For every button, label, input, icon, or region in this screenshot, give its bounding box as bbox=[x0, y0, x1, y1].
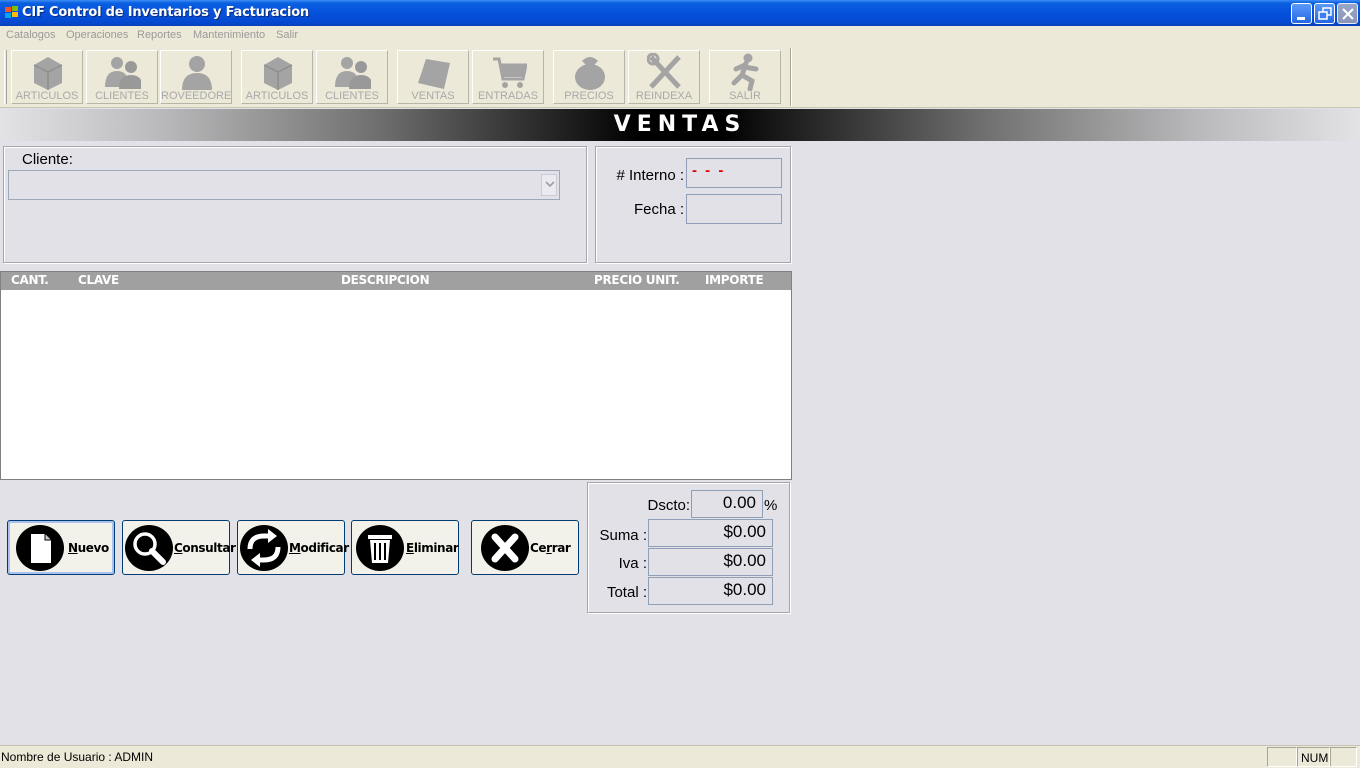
toolbar-clientes-button[interactable]: CLIENTES bbox=[86, 50, 158, 104]
exit-runner-icon bbox=[731, 53, 759, 91]
column-header-importe[interactable]: IMPORTE bbox=[705, 273, 764, 287]
search-icon bbox=[125, 525, 173, 571]
suma-label: Suma : bbox=[599, 527, 647, 544]
app-icon bbox=[5, 6, 18, 18]
cliente-panel bbox=[3, 146, 587, 263]
toolbar: ARTICULOS CLIENTES ROVEEDORE ARTICULOS C… bbox=[0, 46, 1360, 108]
cerrar-label: Cerrar bbox=[530, 541, 571, 555]
price-bag-icon bbox=[575, 57, 605, 90]
toolbar-label: CLIENTES bbox=[325, 90, 379, 102]
new-document-icon bbox=[16, 525, 64, 571]
toolbar-label: CLIENTES bbox=[95, 90, 149, 102]
sales-icon bbox=[418, 59, 450, 89]
minimize-icon bbox=[1297, 17, 1305, 20]
status-user: Nombre de Usuario : ADMIN bbox=[1, 750, 154, 764]
title-bar: CIF Control de Inventarios y Facturacion bbox=[0, 0, 1360, 26]
toolbar-articulos-button[interactable]: ARTICULOS bbox=[11, 50, 83, 104]
cliente-combobox[interactable] bbox=[8, 170, 560, 200]
close-icon bbox=[1342, 8, 1354, 20]
toolbar-articulos-2-button[interactable]: ARTICULOS bbox=[241, 50, 313, 104]
toolbar-label: SALIR bbox=[729, 90, 761, 102]
fecha-label: Fecha : bbox=[633, 201, 684, 218]
consultar-button[interactable]: Consultar bbox=[122, 520, 236, 575]
toolbar-label: REINDEXA bbox=[635, 90, 693, 102]
status-cell-empty bbox=[1267, 747, 1297, 767]
chevron-down-icon bbox=[545, 181, 555, 188]
toolbar-label: PRECIOS bbox=[564, 90, 614, 102]
close-button[interactable] bbox=[1337, 3, 1358, 24]
menu-operaciones[interactable]: Operaciones bbox=[66, 29, 128, 41]
restore-button[interactable] bbox=[1314, 3, 1335, 24]
dscto-unit: % bbox=[764, 497, 778, 514]
cliente-dropdown-button[interactable] bbox=[541, 174, 557, 196]
menu-catalogos[interactable]: Catalogos bbox=[6, 29, 56, 41]
toolbar-salir-button[interactable]: SALIR bbox=[709, 50, 781, 104]
minimize-button[interactable] bbox=[1291, 3, 1312, 24]
toolbar-label: ARTICULOS bbox=[245, 90, 309, 102]
cerrar-button[interactable]: Cerrar bbox=[471, 520, 579, 575]
box-icon bbox=[33, 57, 63, 90]
interno-value: - - - bbox=[692, 162, 726, 179]
close-x-icon bbox=[481, 525, 529, 571]
modificar-button[interactable]: Modificar bbox=[237, 520, 349, 575]
toolbar-precios-button[interactable]: PRECIOS bbox=[553, 50, 625, 104]
toolbar-reindexa-button[interactable]: REINDEXA bbox=[628, 50, 700, 104]
trash-icon bbox=[356, 525, 404, 571]
menu-salir[interactable]: Salir bbox=[276, 29, 298, 41]
toolbar-grip[interactable] bbox=[4, 50, 7, 104]
toolbar-proveedores-button[interactable]: ROVEEDORE bbox=[160, 50, 232, 104]
window-title: CIF Control de Inventarios y Facturacion bbox=[22, 5, 309, 20]
iva-label: Iva : bbox=[618, 555, 647, 572]
toolbar-entradas-button[interactable]: ENTRADAS bbox=[472, 50, 544, 104]
column-header-clave[interactable]: CLAVE bbox=[78, 273, 119, 287]
nuevo-button[interactable]: Nuevo bbox=[7, 520, 115, 575]
suma-value: $0.00 bbox=[648, 519, 773, 547]
section-banner: VENTAS bbox=[0, 109, 1360, 141]
column-header-precio-unit[interactable]: PRECIO UNIT. bbox=[594, 273, 680, 287]
menu-bar: Catalogos Operaciones Reportes Mantenimi… bbox=[0, 26, 1360, 46]
menu-mantenimiento[interactable]: Mantenimiento bbox=[193, 29, 265, 41]
interno-field: - - - bbox=[686, 158, 782, 188]
total-label: Total : bbox=[606, 584, 647, 601]
people-icon bbox=[105, 57, 141, 89]
page-title: VENTAS bbox=[613, 112, 747, 137]
toolbar-label: VENTAS bbox=[411, 90, 455, 102]
dscto-field[interactable]: 0.00 bbox=[691, 490, 763, 518]
menu-reportes[interactable]: Reportes bbox=[137, 29, 182, 41]
dscto-label: Dscto: bbox=[647, 497, 690, 514]
supplier-icon bbox=[182, 56, 212, 90]
cliente-label: Cliente: bbox=[22, 151, 73, 168]
eliminar-label: Eliminar bbox=[406, 541, 459, 555]
toolbar-ventas-button[interactable]: VENTAS bbox=[397, 50, 469, 104]
column-header-descripcion[interactable]: DESCRIPCION bbox=[341, 273, 430, 287]
interno-label: # Interno : bbox=[616, 167, 684, 184]
nuevo-label: Nuevo bbox=[68, 541, 109, 555]
cart-icon bbox=[493, 57, 527, 88]
toolbar-clientes-2-button[interactable]: CLIENTES bbox=[316, 50, 388, 104]
status-bar: Nombre de Usuario : ADMIN NUM bbox=[0, 745, 1360, 768]
fecha-field[interactable] bbox=[686, 194, 782, 224]
toolbar-separator bbox=[790, 48, 792, 106]
refresh-icon bbox=[240, 525, 288, 571]
tools-icon bbox=[647, 53, 681, 89]
toolbar-label: ROVEEDORE bbox=[161, 90, 232, 102]
toolbar-label: ENTRADAS bbox=[478, 90, 538, 102]
box-icon bbox=[263, 57, 293, 90]
consultar-label: Consultar bbox=[174, 541, 236, 555]
restore-icon bbox=[1318, 7, 1332, 20]
grid-header: CANT. CLAVE DESCRIPCION PRECIO UNIT. IMP… bbox=[1, 272, 791, 290]
toolbar-label: ARTICULOS bbox=[15, 90, 79, 102]
status-cell-empty-2 bbox=[1330, 747, 1357, 767]
iva-value: $0.00 bbox=[648, 548, 773, 576]
modificar-label: Modificar bbox=[289, 541, 349, 555]
status-num: NUM bbox=[1297, 747, 1330, 767]
column-header-cant[interactable]: CANT. bbox=[11, 273, 49, 287]
eliminar-button[interactable]: Eliminar bbox=[351, 520, 459, 575]
items-grid[interactable]: CANT. CLAVE DESCRIPCION PRECIO UNIT. IMP… bbox=[0, 271, 792, 480]
people-icon bbox=[335, 57, 371, 89]
total-value: $0.00 bbox=[648, 577, 773, 605]
